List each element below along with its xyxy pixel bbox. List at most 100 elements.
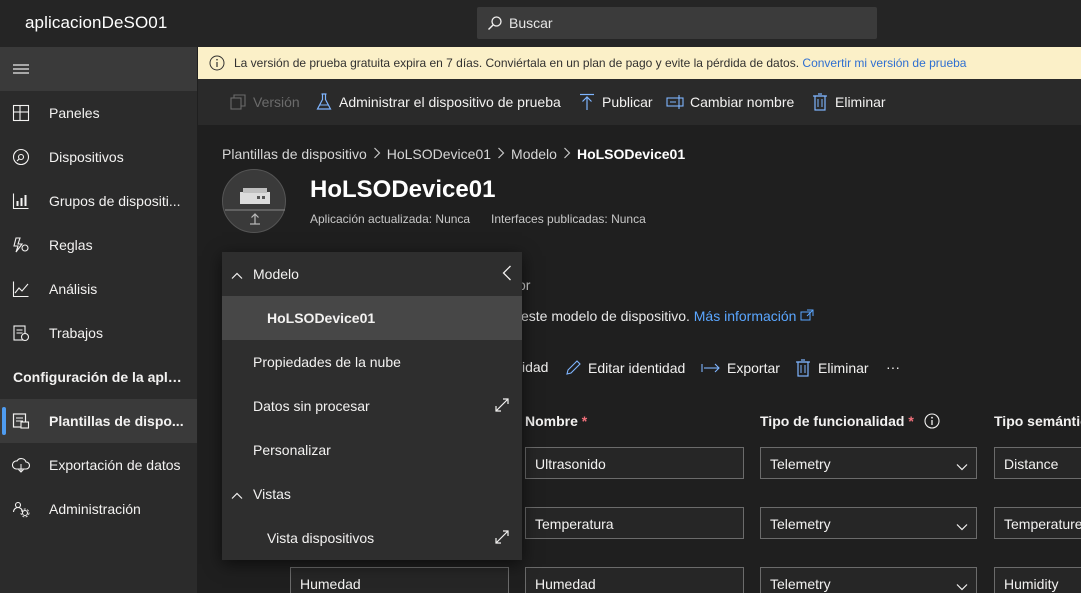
expand-icon[interactable]	[494, 397, 510, 416]
identity-button-partial[interactable]: idad	[522, 359, 548, 375]
version-icon	[229, 93, 247, 111]
semantic-type-select[interactable]: Humidity	[994, 567, 1081, 593]
breadcrumb-item[interactable]: Plantillas de dispositivo	[222, 146, 367, 162]
command-bar: Versión Administrar el dispositivo de pr…	[198, 79, 1081, 125]
capability-type-value: Telemetry	[770, 516, 831, 532]
model-description: este modelo de dispositivo. Más informac…	[521, 308, 814, 324]
sidebar-section-header[interactable]: Configuración de la apli...	[13, 369, 183, 385]
device-view-item[interactable]: Vista dispositivos	[222, 516, 522, 560]
menu-toggle-button[interactable]	[0, 47, 197, 91]
sidebar-item-administracion[interactable]: Administración	[0, 487, 197, 531]
delete-label: Eliminar	[818, 360, 869, 376]
capability-type-select[interactable]: Telemetry	[760, 567, 977, 593]
name-field[interactable]: Temperatura	[525, 507, 744, 539]
convert-trial-link[interactable]: Convertir mi versión de prueba	[802, 56, 966, 70]
views-section-label: Vistas	[253, 486, 291, 502]
hamburger-icon	[12, 60, 30, 81]
sidebar-item-label: Análisis	[49, 281, 98, 297]
sidebar-item-exportacion[interactable]: Exportación de datos	[0, 443, 197, 487]
device-icon	[225, 188, 285, 225]
analytics-icon	[12, 280, 30, 298]
breadcrumb-item[interactable]: HoLSODevice01	[387, 146, 491, 162]
sidebar-item-dispositivos[interactable]: Dispositivos	[0, 135, 197, 179]
info-icon[interactable]	[924, 413, 940, 429]
sidebar-item-plantillas[interactable]: Plantillas de dispo...	[0, 399, 197, 443]
app-updated-status: Aplicación actualizada: Nunca	[310, 212, 471, 226]
semantic-type-value: Temperature	[1004, 516, 1081, 532]
raw-data-label: Datos sin procesar	[253, 398, 370, 414]
device-templates-icon	[12, 412, 30, 430]
sidebar-item-analisis[interactable]: Análisis	[0, 267, 197, 311]
export-button[interactable]: Exportar	[701, 359, 780, 377]
breadcrumb-item[interactable]: Modelo	[511, 146, 557, 162]
chevron-right-icon	[497, 146, 505, 162]
sidebar-item-label: Exportación de datos	[49, 457, 181, 473]
collapse-panel-icon[interactable]	[502, 265, 512, 284]
export-label: Exportar	[727, 360, 780, 376]
publish-button[interactable]: Publicar	[578, 93, 653, 111]
required-mark: *	[581, 413, 588, 429]
cloud-properties-label: Propiedades de la nube	[253, 354, 401, 370]
search-icon	[485, 13, 505, 33]
edit-identity-button[interactable]: Editar identidad	[564, 359, 685, 377]
display-name-field[interactable]: Humedad	[290, 567, 509, 593]
chevron-down-icon	[956, 578, 968, 593]
administration-icon	[12, 500, 30, 518]
name-field[interactable]: Ultrasonido	[525, 447, 744, 479]
version-label: Versión	[253, 94, 300, 110]
semantic-type-select[interactable]: Distance	[994, 447, 1081, 479]
banner-text: La versión de prueba gratuita expira en …	[234, 56, 966, 70]
interfaces-published-status: Interfaces publicadas: Nunca	[491, 212, 646, 226]
semantic-type-select[interactable]: Temperature	[994, 507, 1081, 539]
sidebar: Paneles Dispositivos Grupos de dispositi…	[0, 47, 197, 593]
sidebar-item-paneles[interactable]: Paneles	[0, 91, 197, 135]
trial-banner: La versión de prueba gratuita expira en …	[198, 47, 1081, 79]
rename-button[interactable]: Cambiar nombre	[666, 93, 794, 111]
sidebar-item-label: Paneles	[49, 105, 100, 121]
rules-icon	[12, 236, 30, 254]
sidebar-item-label: Dispositivos	[49, 149, 124, 165]
views-section-header[interactable]: Vistas	[222, 472, 522, 516]
search-placeholder: Buscar	[509, 15, 553, 31]
model-item-label: HoLSODevice01	[267, 310, 376, 326]
device-view-label: Vista dispositivos	[267, 530, 375, 546]
delete-button[interactable]: Eliminar	[811, 93, 886, 111]
capability-type-select[interactable]: Telemetry	[760, 447, 977, 479]
delete-capability-button[interactable]: Eliminar	[794, 359, 869, 377]
raw-data-item[interactable]: Datos sin procesar	[222, 384, 522, 428]
manage-test-device-label: Administrar el dispositivo de prueba	[339, 94, 561, 110]
dashboard-icon	[12, 104, 30, 122]
capability-type-value: Telemetry	[770, 576, 831, 592]
search-box[interactable]: Buscar	[477, 7, 877, 39]
name-field[interactable]: Humedad	[525, 567, 744, 593]
publish-label: Publicar	[602, 94, 653, 110]
learn-more-link[interactable]: Más información	[694, 308, 815, 324]
flask-icon	[315, 93, 333, 111]
sidebar-item-grupos[interactable]: Grupos de dispositi...	[0, 179, 197, 223]
column-header-semantic-type: Tipo semántico	[994, 413, 1081, 429]
model-section-header[interactable]: Modelo	[222, 252, 522, 296]
model-description-text: este modelo de dispositivo.	[521, 308, 690, 324]
rename-label: Cambiar nombre	[690, 94, 795, 110]
publish-icon	[578, 93, 596, 111]
sidebar-item-reglas[interactable]: Reglas	[0, 223, 197, 267]
sidebar-item-label: Administración	[49, 501, 141, 517]
capability-type-select[interactable]: Telemetry	[760, 507, 977, 539]
manage-test-device-button[interactable]: Administrar el dispositivo de prueba	[315, 93, 561, 111]
device-template-avatar[interactable]	[222, 169, 286, 233]
app-name[interactable]: aplicacionDeSO01	[25, 13, 167, 33]
semantic-type-value: Humidity	[1004, 576, 1059, 592]
chevron-up-icon	[231, 267, 243, 283]
semantic-type-value: Distance	[1004, 456, 1059, 472]
capability-type-value: Telemetry	[770, 456, 831, 472]
column-header-capability-label: Tipo de funcionalidad	[760, 413, 905, 429]
customize-item[interactable]: Personalizar	[222, 428, 522, 472]
data-export-icon	[11, 456, 31, 474]
more-options-button[interactable]: ···	[886, 359, 900, 375]
sidebar-item-trabajos[interactable]: Trabajos	[0, 311, 197, 355]
cloud-properties-item[interactable]: Propiedades de la nube	[222, 340, 522, 384]
version-button[interactable]: Versión	[229, 93, 300, 111]
expand-icon[interactable]	[494, 529, 510, 548]
learn-more-label: Más información	[693, 308, 797, 324]
model-item-selected[interactable]: HoLSODevice01	[222, 296, 522, 340]
